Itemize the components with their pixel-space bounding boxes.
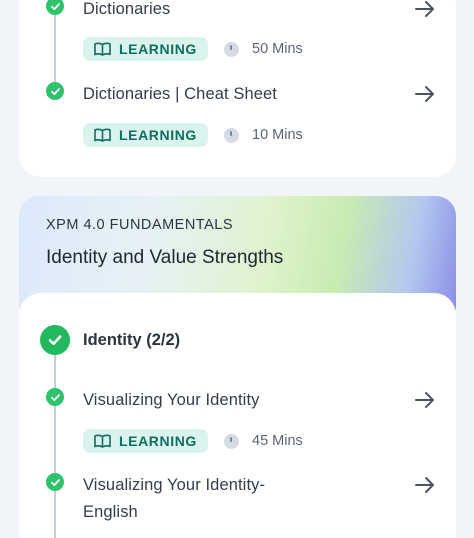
clock-icon — [224, 41, 239, 57]
learning-badge: LEARNING — [83, 37, 208, 61]
learning-badge: LEARNING — [83, 123, 208, 147]
section-title[interactable]: Identity (2/2) — [83, 331, 180, 350]
badge-label: LEARNING — [119, 41, 197, 57]
arrow-right-icon[interactable] — [414, 389, 436, 411]
lesson-title-visualizing-identity[interactable]: Visualizing Your Identity — [83, 387, 259, 414]
clock-icon — [224, 127, 239, 143]
duration-text: 10 Mins — [252, 127, 303, 143]
lesson-title-visualizing-identity-english[interactable]: Visualizing Your Identity- English — [83, 472, 265, 526]
book-icon — [94, 42, 111, 56]
completed-check-icon — [46, 82, 64, 100]
completed-check-icon — [46, 473, 64, 491]
lesson-title-line-1: Visualizing Your Identity- — [83, 476, 266, 494]
lesson-duration: 45 Mins — [224, 433, 303, 449]
arrow-right-icon[interactable] — [414, 0, 436, 20]
arrow-right-icon[interactable] — [414, 474, 436, 496]
section-complete-check-icon — [40, 325, 70, 355]
arrow-right-icon[interactable] — [414, 83, 436, 105]
lesson-duration: 10 Mins — [224, 127, 303, 143]
book-icon — [94, 434, 111, 448]
book-icon — [94, 128, 111, 142]
lesson-title-dictionaries[interactable]: Dictionaries — [83, 0, 170, 23]
course-progress-screen: Dictionaries LEARNING 50 Mins Dictionari… — [0, 0, 474, 538]
clock-icon — [224, 433, 239, 449]
lesson-title-dictionaries-cheat-sheet[interactable]: Dictionaries | Cheat Sheet — [83, 81, 277, 108]
duration-text: 50 Mins — [252, 41, 303, 57]
lesson-title-line-2: English — [83, 503, 138, 521]
learning-badge: LEARNING — [83, 429, 208, 453]
timeline-connector — [54, 354, 56, 538]
course-kicker: XPM 4.0 FUNDAMENTALS — [46, 217, 233, 233]
duration-text: 45 Mins — [252, 433, 303, 449]
badge-label: LEARNING — [119, 127, 197, 143]
lesson-duration: 50 Mins — [224, 41, 303, 57]
completed-check-icon — [46, 388, 64, 406]
course-title: Identity and Value Strengths — [46, 247, 284, 268]
badge-label: LEARNING — [119, 433, 197, 449]
